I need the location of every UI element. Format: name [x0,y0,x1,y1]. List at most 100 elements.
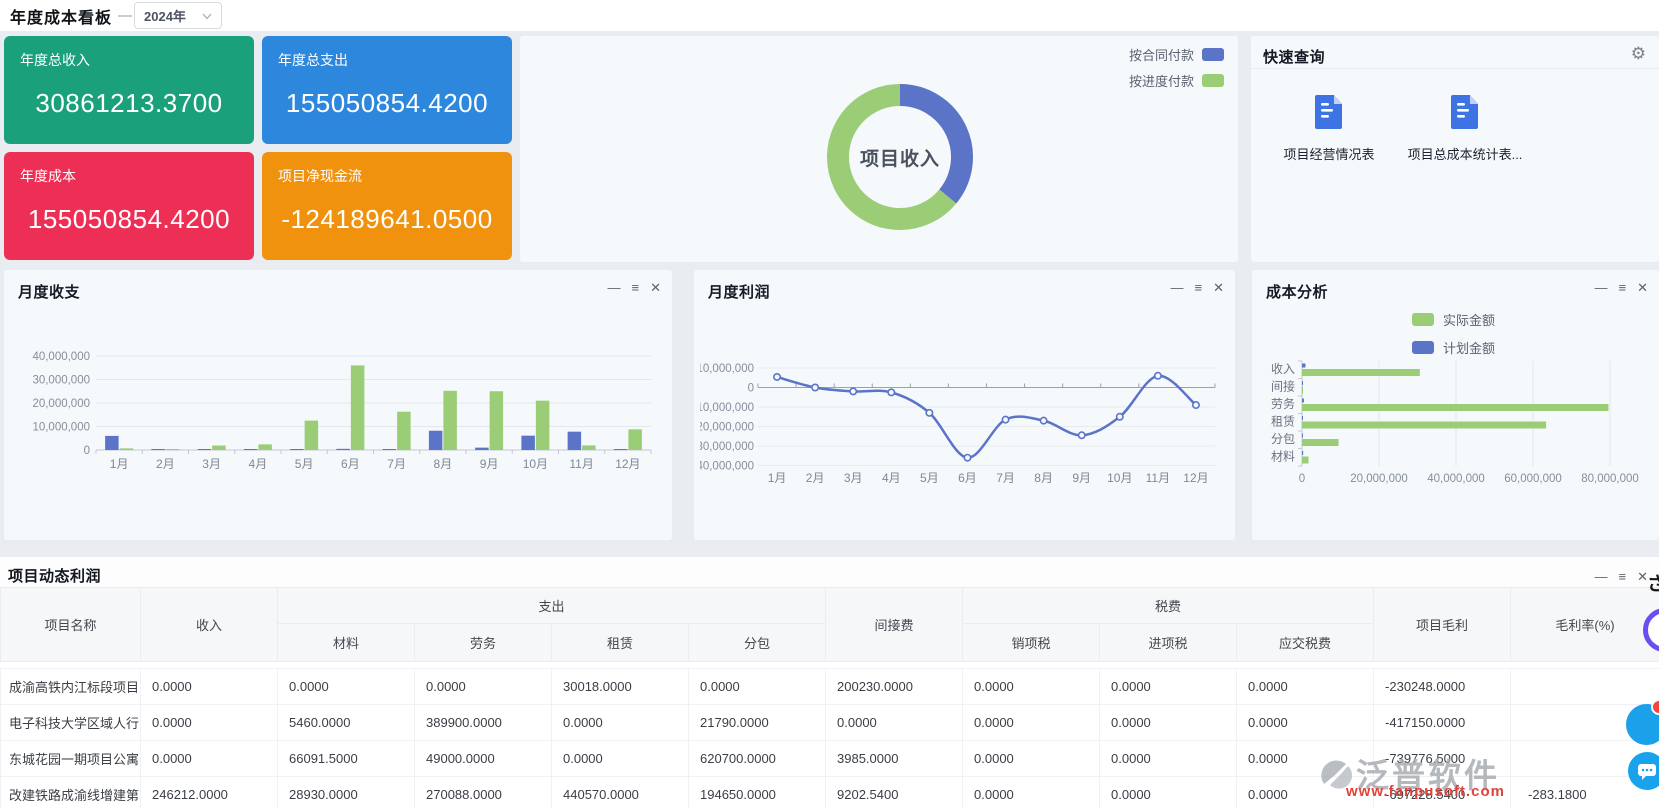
value-cell: 440570.0000 [552,777,689,808]
value-cell: 0.0000 [415,669,552,705]
value-cell: 0.0000 [278,669,415,705]
panel-controls: —≡✕ [1595,570,1649,583]
spacer-row [1,662,1659,669]
svg-text:60,000,000: 60,000,000 [1504,473,1562,485]
svg-text:12月: 12月 [1183,471,1208,485]
cutoff-widget-icon[interactable]: さ [1647,569,1659,596]
monthly-balance-chart[interactable]: 010,000,00020,000,00030,000,00040,000,00… [8,320,668,510]
column-header[interactable]: 项目名称 [1,588,141,662]
document-icon [1450,94,1481,135]
quick-query-item[interactable]: 项目总成本统计表... [1397,94,1533,163]
pie-legend-label: 按合同付款 [1129,45,1194,64]
divider [1251,68,1659,69]
column-header[interactable]: 间接费 [826,588,963,662]
cost-analysis-chart[interactable]: 020,000,00040,000,00060,000,00080,000,00… [1260,355,1656,490]
column-subheader[interactable]: 应交税费 [1237,624,1374,662]
project-name-cell: 东城花园一期项目公寓 [1,741,141,777]
svg-text:-30,000,000: -30,000,000 [700,441,754,453]
minimize-icon[interactable]: — [608,281,621,294]
quick-query-title: 快速查询 [1263,46,1325,67]
menu-icon[interactable]: ≡ [1619,281,1627,294]
kpi-card[interactable]: 年度总收入30861213.3700 [4,36,254,144]
menu-icon[interactable]: ≡ [1195,281,1203,294]
cost-analysis-legend: 实际金额计划金额 [1412,310,1495,357]
minimize-icon[interactable]: — [1171,281,1184,294]
monthly-profit-panel: 月度利润 —≡✕ 10,000,0000-10,000,000-20,000,0… [694,270,1235,540]
value-cell: 49000.0000 [415,741,552,777]
svg-text:7月: 7月 [387,457,406,471]
column-subheader[interactable]: 进项税 [1100,624,1237,662]
kpi-value: 30861213.3700 [4,88,254,119]
column-header[interactable]: 项目毛利 [1374,588,1511,662]
chat-bubble-icon [1636,762,1658,781]
chevron-down-icon [202,13,212,19]
pie-legend-item[interactable]: 按合同付款 [1129,45,1224,64]
monthly-balance-panel: 月度收支 — ≡ ✕ 010,000,00020,000,00030,000,000… [4,270,672,540]
column-header[interactable]: 毛利率(%) [1511,588,1659,662]
title-divider [118,15,132,17]
minimize-icon[interactable]: — [1595,281,1608,294]
column-subheader[interactable]: 劳务 [415,624,552,662]
value-cell: 389900.0000 [415,705,552,741]
value-cell: 0.0000 [1237,777,1374,808]
column-subheader[interactable]: 租赁 [552,624,689,662]
table-row[interactable]: 电子科技大学区域人行0.00005460.0000389900.00000.00… [1,705,1659,741]
project-name-cell: 电子科技大学区域人行 [1,705,141,741]
kpi-value: 155050854.4200 [4,204,254,235]
value-cell: 0.0000 [689,669,826,705]
close-icon[interactable]: ✕ [1213,281,1224,294]
value-cell: -697228.5400 [1374,777,1511,808]
svg-text:3月: 3月 [844,471,863,485]
column-subheader[interactable]: 销项税 [963,624,1100,662]
svg-text:10,000,000: 10,000,000 [700,363,754,375]
menu-icon[interactable]: ≡ [1619,570,1627,583]
table-row[interactable]: 东城花园一期项目公寓0.000066091.500049000.00000.00… [1,741,1659,777]
pie-legend-label: 按进度付款 [1129,71,1194,90]
close-icon[interactable]: ✕ [1637,281,1648,294]
svg-text:6月: 6月 [958,471,977,485]
kpi-value: -124189641.0500 [262,204,512,235]
value-cell: 0.0000 [963,669,1100,705]
value-cell: 0.0000 [1100,705,1237,741]
monthly-profit-chart[interactable]: 10,000,0000-10,000,000-20,000,000-30,000… [700,330,1230,505]
kpi-card[interactable]: 项目净现金流-124189641.0500 [262,152,512,260]
kpi-card[interactable]: 年度总支出155050854.4200 [262,36,512,144]
svg-text:11月: 11月 [1146,471,1170,485]
quick-query-item[interactable]: 项目经营情况表 [1261,94,1397,163]
svg-text:4月: 4月 [249,457,268,471]
cost-legend-label: 实际金额 [1443,310,1495,329]
value-cell: 0.0000 [963,741,1100,777]
gear-icon[interactable]: ⚙ [1631,44,1646,64]
pie-legend-item[interactable]: 按进度付款 [1129,71,1224,90]
year-select[interactable]: 2024年 [134,2,222,29]
svg-text:-10,000,000: -10,000,000 [700,402,754,414]
svg-text:40,000,000: 40,000,000 [32,351,90,363]
column-subheader[interactable]: 材料 [278,624,415,662]
minimize-icon[interactable]: — [1595,570,1608,583]
svg-text:5月: 5月 [295,457,314,471]
svg-text:劳务: 劳务 [1271,396,1295,411]
chat-button[interactable] [1628,752,1659,790]
value-cell: 270088.0000 [415,777,552,808]
panel-controls: — ≡ ✕ [608,281,662,294]
svg-text:10月: 10月 [1107,471,1132,485]
kpi-card[interactable]: 年度成本 155050854.4200 [4,152,254,260]
table-row[interactable]: 改建铁路成渝线增建第246212.000028930.0000270088.00… [1,777,1659,808]
cost-legend-item[interactable]: 实际金额 [1412,310,1495,329]
monthly-balance-title: 月度收支 [18,281,80,302]
page-title: 年度成本看板 [10,4,112,28]
table-row[interactable]: 成渝高铁内江标段项目0.00000.00000.000030018.00000.… [1,669,1659,705]
menu-icon[interactable]: ≡ [632,281,640,294]
value-cell: 3985.0000 [826,741,963,777]
column-header[interactable]: 税费 [963,588,1374,624]
value-cell: 0.0000 [141,669,278,705]
svg-text:8月: 8月 [1034,471,1053,485]
column-header[interactable]: 支出 [278,588,826,624]
value-cell: 0.0000 [141,741,278,777]
column-header[interactable]: 收入 [141,588,278,662]
close-icon[interactable]: ✕ [650,281,661,294]
spacer-cell [1,662,1659,669]
kpi-label: 年度成本 [20,166,76,186]
column-subheader[interactable]: 分包 [689,624,826,662]
value-cell: 9202.5400 [826,777,963,808]
